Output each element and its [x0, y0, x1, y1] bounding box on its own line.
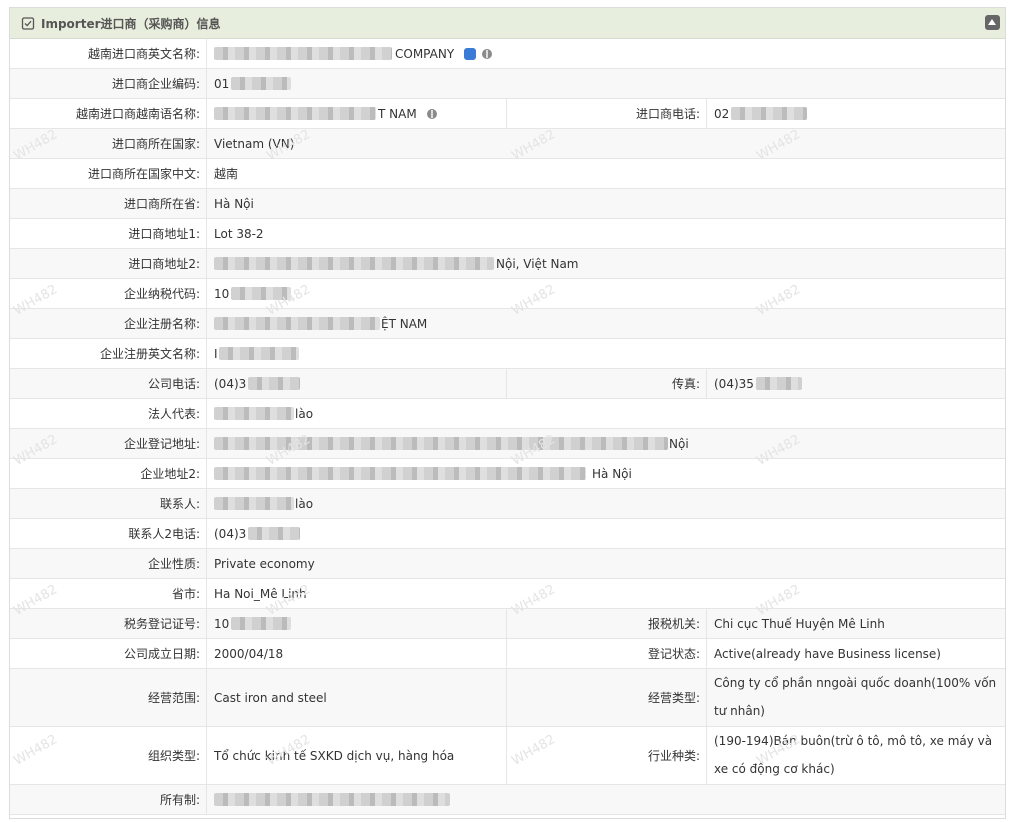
panel-title: Importer进口商（采购商）信息 [41, 16, 221, 31]
table-row: 公司电话: (04)3 传真: (04)35 [10, 369, 1005, 399]
table-row: 所有制: [10, 785, 1005, 815]
field-value: I [208, 339, 1005, 368]
table-row: 税务登记证号: 10 报税机关: Chi cục Thuế Huyện Mê L… [10, 609, 1005, 639]
field-value: Hà Nội [214, 196, 254, 211]
field-value: Chi cục Thuế Huyện Mê Linh [714, 616, 885, 631]
table-row: 省市: Ha Noi_Mê Linh [10, 579, 1005, 609]
table-row: 经营范围: Cast iron and steel 经营类型: Công ty … [10, 669, 1005, 727]
importer-info-panel: Importer进口商（采购商）信息 越南进口商英文名称: COMPANY 进口… [9, 7, 1006, 819]
field-value: (04)35 [708, 369, 1005, 398]
info-table: 越南进口商英文名称: COMPANY 进口商企业编码: 01 越南进口商越南语名… [10, 39, 1005, 815]
table-row: 联系人: lào [10, 489, 1005, 519]
table-row: 企业注册名称: ỆT NAM [10, 309, 1005, 339]
field-value: Nội [208, 429, 1005, 458]
field-value [208, 785, 1005, 814]
field-value: COMPANY [208, 39, 1005, 68]
field-value: Lot 38-2 [214, 226, 264, 241]
field-label: 经营类型: [508, 669, 707, 726]
field-label: 公司成立日期: [10, 639, 207, 668]
field-value: lào [208, 489, 1005, 518]
field-label: 进口商地址1: [10, 219, 207, 248]
field-value: ỆT NAM [208, 309, 1005, 338]
table-row: 企业注册英文名称: I [10, 339, 1005, 369]
table-row: 企业登记地址: Nội [10, 429, 1005, 459]
field-label: 进口商电话: [508, 99, 707, 128]
field-label: 进口商所在国家中文: [10, 159, 207, 188]
field-label: 进口商所在国家: [10, 129, 207, 158]
field-value: Tổ chức kinh tế SXKD dịch vụ, hàng hóa [208, 727, 507, 784]
field-label: 公司电话: [10, 369, 207, 398]
field-label: 越南进口商英文名称: [10, 39, 207, 68]
field-value: Private economy [214, 556, 315, 571]
field-value: Hà Nội [208, 459, 1005, 488]
field-label: 企业注册英文名称: [10, 339, 207, 368]
table-row: 进口商地址1: Lot 38-2 [10, 219, 1005, 249]
field-label: 经营范围: [10, 669, 207, 726]
clipboard-check-icon [21, 17, 35, 30]
field-label: 组织类型: [10, 727, 207, 784]
field-value: T NAM [208, 99, 507, 128]
table-row: 公司成立日期: 2000/04/18 登记状态: Active(already … [10, 639, 1005, 669]
field-label: 所有制: [10, 785, 207, 814]
field-label: 省市: [10, 579, 207, 608]
field-value: Ha Noi_Mê Linh [214, 586, 307, 601]
table-row: 进口商所在省: Hà Nội [10, 189, 1005, 219]
field-label: 进口商所在省: [10, 189, 207, 218]
field-value: (04)3 [208, 369, 507, 398]
field-value: Active(already have Business license) [714, 646, 941, 661]
field-value: 2000/04/18 [208, 639, 507, 668]
field-value: Công ty cổ phần nngoài quốc doanh(100% v… [714, 676, 997, 718]
field-label: 越南进口商越南语名称: [10, 99, 207, 128]
field-label: 联系人: [10, 489, 207, 518]
collapse-button[interactable] [985, 15, 1000, 30]
field-value: Cast iron and steel [208, 669, 507, 726]
table-row: 联系人2电话: (04)3 [10, 519, 1005, 549]
field-label: 企业登记地址: [10, 429, 207, 458]
table-row: 企业纳税代码: 10 [10, 279, 1005, 309]
field-label: 报税机关: [508, 609, 707, 638]
field-label: 法人代表: [10, 399, 207, 428]
field-value: Nội, Việt Nam [208, 249, 1005, 278]
field-label: 联系人2电话: [10, 519, 207, 548]
field-label: 进口商地址2: [10, 249, 207, 278]
table-row: 法人代表: lào [10, 399, 1005, 429]
field-label: 传真: [508, 369, 707, 398]
field-value: Vietnam (VN) [214, 136, 295, 151]
field-label: 进口商企业编码: [10, 69, 207, 98]
table-row: 进口商所在国家: Vietnam (VN) [10, 129, 1005, 159]
table-row: 企业地址2: Hà Nội [10, 459, 1005, 489]
table-row: 进口商企业编码: 01 [10, 69, 1005, 99]
field-value: 10 [208, 279, 1005, 308]
field-value: (04)3 [208, 519, 1005, 548]
table-row: 企业性质: Private economy [10, 549, 1005, 579]
table-row: 进口商地址2: Nội, Việt Nam [10, 249, 1005, 279]
field-label: 企业纳税代码: [10, 279, 207, 308]
panel-header: Importer进口商（采购商）信息 [10, 8, 1005, 39]
table-row: 进口商所在国家中文: 越南 [10, 159, 1005, 189]
field-value: (190-194)Bán buôn(trừ ô tô, mô tô, xe má… [714, 734, 993, 776]
globe-icon[interactable] [426, 108, 437, 119]
field-label: 行业种类: [508, 727, 707, 784]
field-value: 01 [208, 69, 1005, 98]
map-pin-icon[interactable] [464, 47, 477, 60]
field-label: 登记状态: [508, 639, 707, 668]
table-row: 越南进口商越南语名称: T NAM 进口商电话: 02 [10, 99, 1005, 129]
field-value: 02 [708, 99, 1005, 128]
field-value: lào [208, 399, 1005, 428]
field-value: 10 [208, 609, 507, 638]
table-row: 组织类型: Tổ chức kinh tế SXKD dịch vụ, hàng… [10, 727, 1005, 785]
field-label: 企业注册名称: [10, 309, 207, 338]
field-label: 企业性质: [10, 549, 207, 578]
field-label: 税务登记证号: [10, 609, 207, 638]
table-row: 越南进口商英文名称: COMPANY [10, 39, 1005, 69]
globe-icon[interactable] [482, 48, 493, 59]
field-label: 企业地址2: [10, 459, 207, 488]
field-value: 越南 [214, 167, 239, 181]
